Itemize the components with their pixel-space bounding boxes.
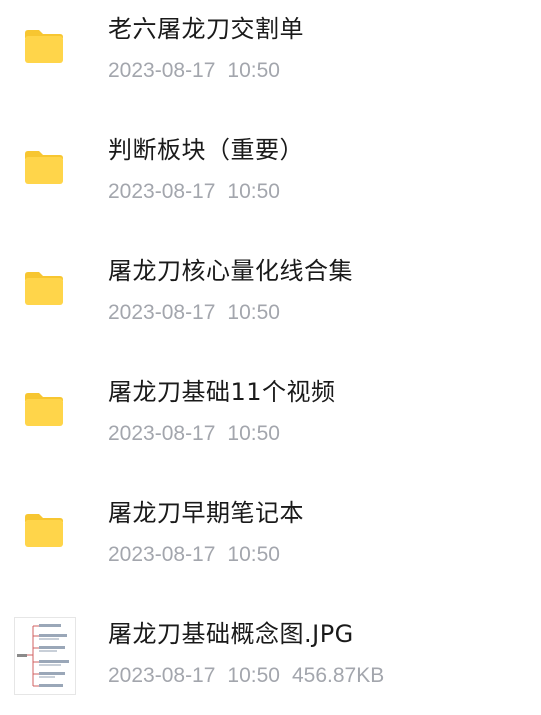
file-time: 10:50 — [227, 301, 280, 324]
folder-icon — [22, 145, 66, 189]
file-name: 屠龙刀早期笔记本 — [108, 499, 304, 527]
file-date: 2023-08-17 — [108, 422, 216, 445]
file-row-image[interactable]: 屠龙刀基础概念图.JPG 2023-08-17 10:50 456.87KB — [0, 605, 541, 715]
file-date: 2023-08-17 — [108, 543, 216, 566]
file-date: 2023-08-17 — [108, 664, 216, 687]
file-meta: 2023-08-17 10:50 — [108, 300, 280, 326]
file-row-folder[interactable]: 屠龙刀基础11个视频 2023-08-17 10:50 — [0, 363, 541, 473]
file-row-folder[interactable]: 屠龙刀核心量化线合集 2023-08-17 10:50 — [0, 242, 541, 352]
file-list: 老六屠龙刀交割单 2023-08-17 10:50 判断板块（重要） 2023-0… — [0, 0, 541, 706]
file-row-folder[interactable]: 判断板块（重要） 2023-08-17 10:50 — [0, 121, 541, 231]
file-time: 10:50 — [227, 543, 280, 566]
folder-icon — [22, 508, 66, 552]
file-meta: 2023-08-17 10:50 456.87KB — [108, 663, 384, 689]
file-name: 判断板块（重要） — [108, 136, 304, 164]
file-name: 屠龙刀基础概念图.JPG — [108, 620, 354, 648]
file-time: 10:50 — [227, 180, 280, 203]
file-meta: 2023-08-17 10:50 — [108, 542, 280, 568]
file-name: 老六屠龙刀交割单 — [108, 15, 304, 43]
file-time: 10:50 — [227, 59, 280, 82]
file-date: 2023-08-17 — [108, 180, 216, 203]
file-size: 456.87KB — [291, 664, 385, 687]
file-row-folder[interactable]: 屠龙刀早期笔记本 2023-08-17 10:50 — [0, 484, 541, 594]
file-time: 10:50 — [227, 664, 280, 687]
folder-icon — [22, 24, 66, 68]
file-row-folder[interactable]: 老六屠龙刀交割单 2023-08-17 10:50 — [0, 0, 541, 110]
file-name: 屠龙刀基础11个视频 — [108, 378, 336, 406]
image-thumbnail — [14, 617, 76, 695]
file-date: 2023-08-17 — [108, 59, 216, 82]
folder-icon — [22, 266, 66, 310]
file-name: 屠龙刀核心量化线合集 — [108, 257, 353, 285]
file-date: 2023-08-17 — [108, 301, 216, 324]
file-time: 10:50 — [227, 422, 280, 445]
file-meta: 2023-08-17 10:50 — [108, 421, 280, 447]
file-meta: 2023-08-17 10:50 — [108, 58, 280, 84]
file-meta: 2023-08-17 10:50 — [108, 179, 280, 205]
folder-icon — [22, 387, 66, 431]
